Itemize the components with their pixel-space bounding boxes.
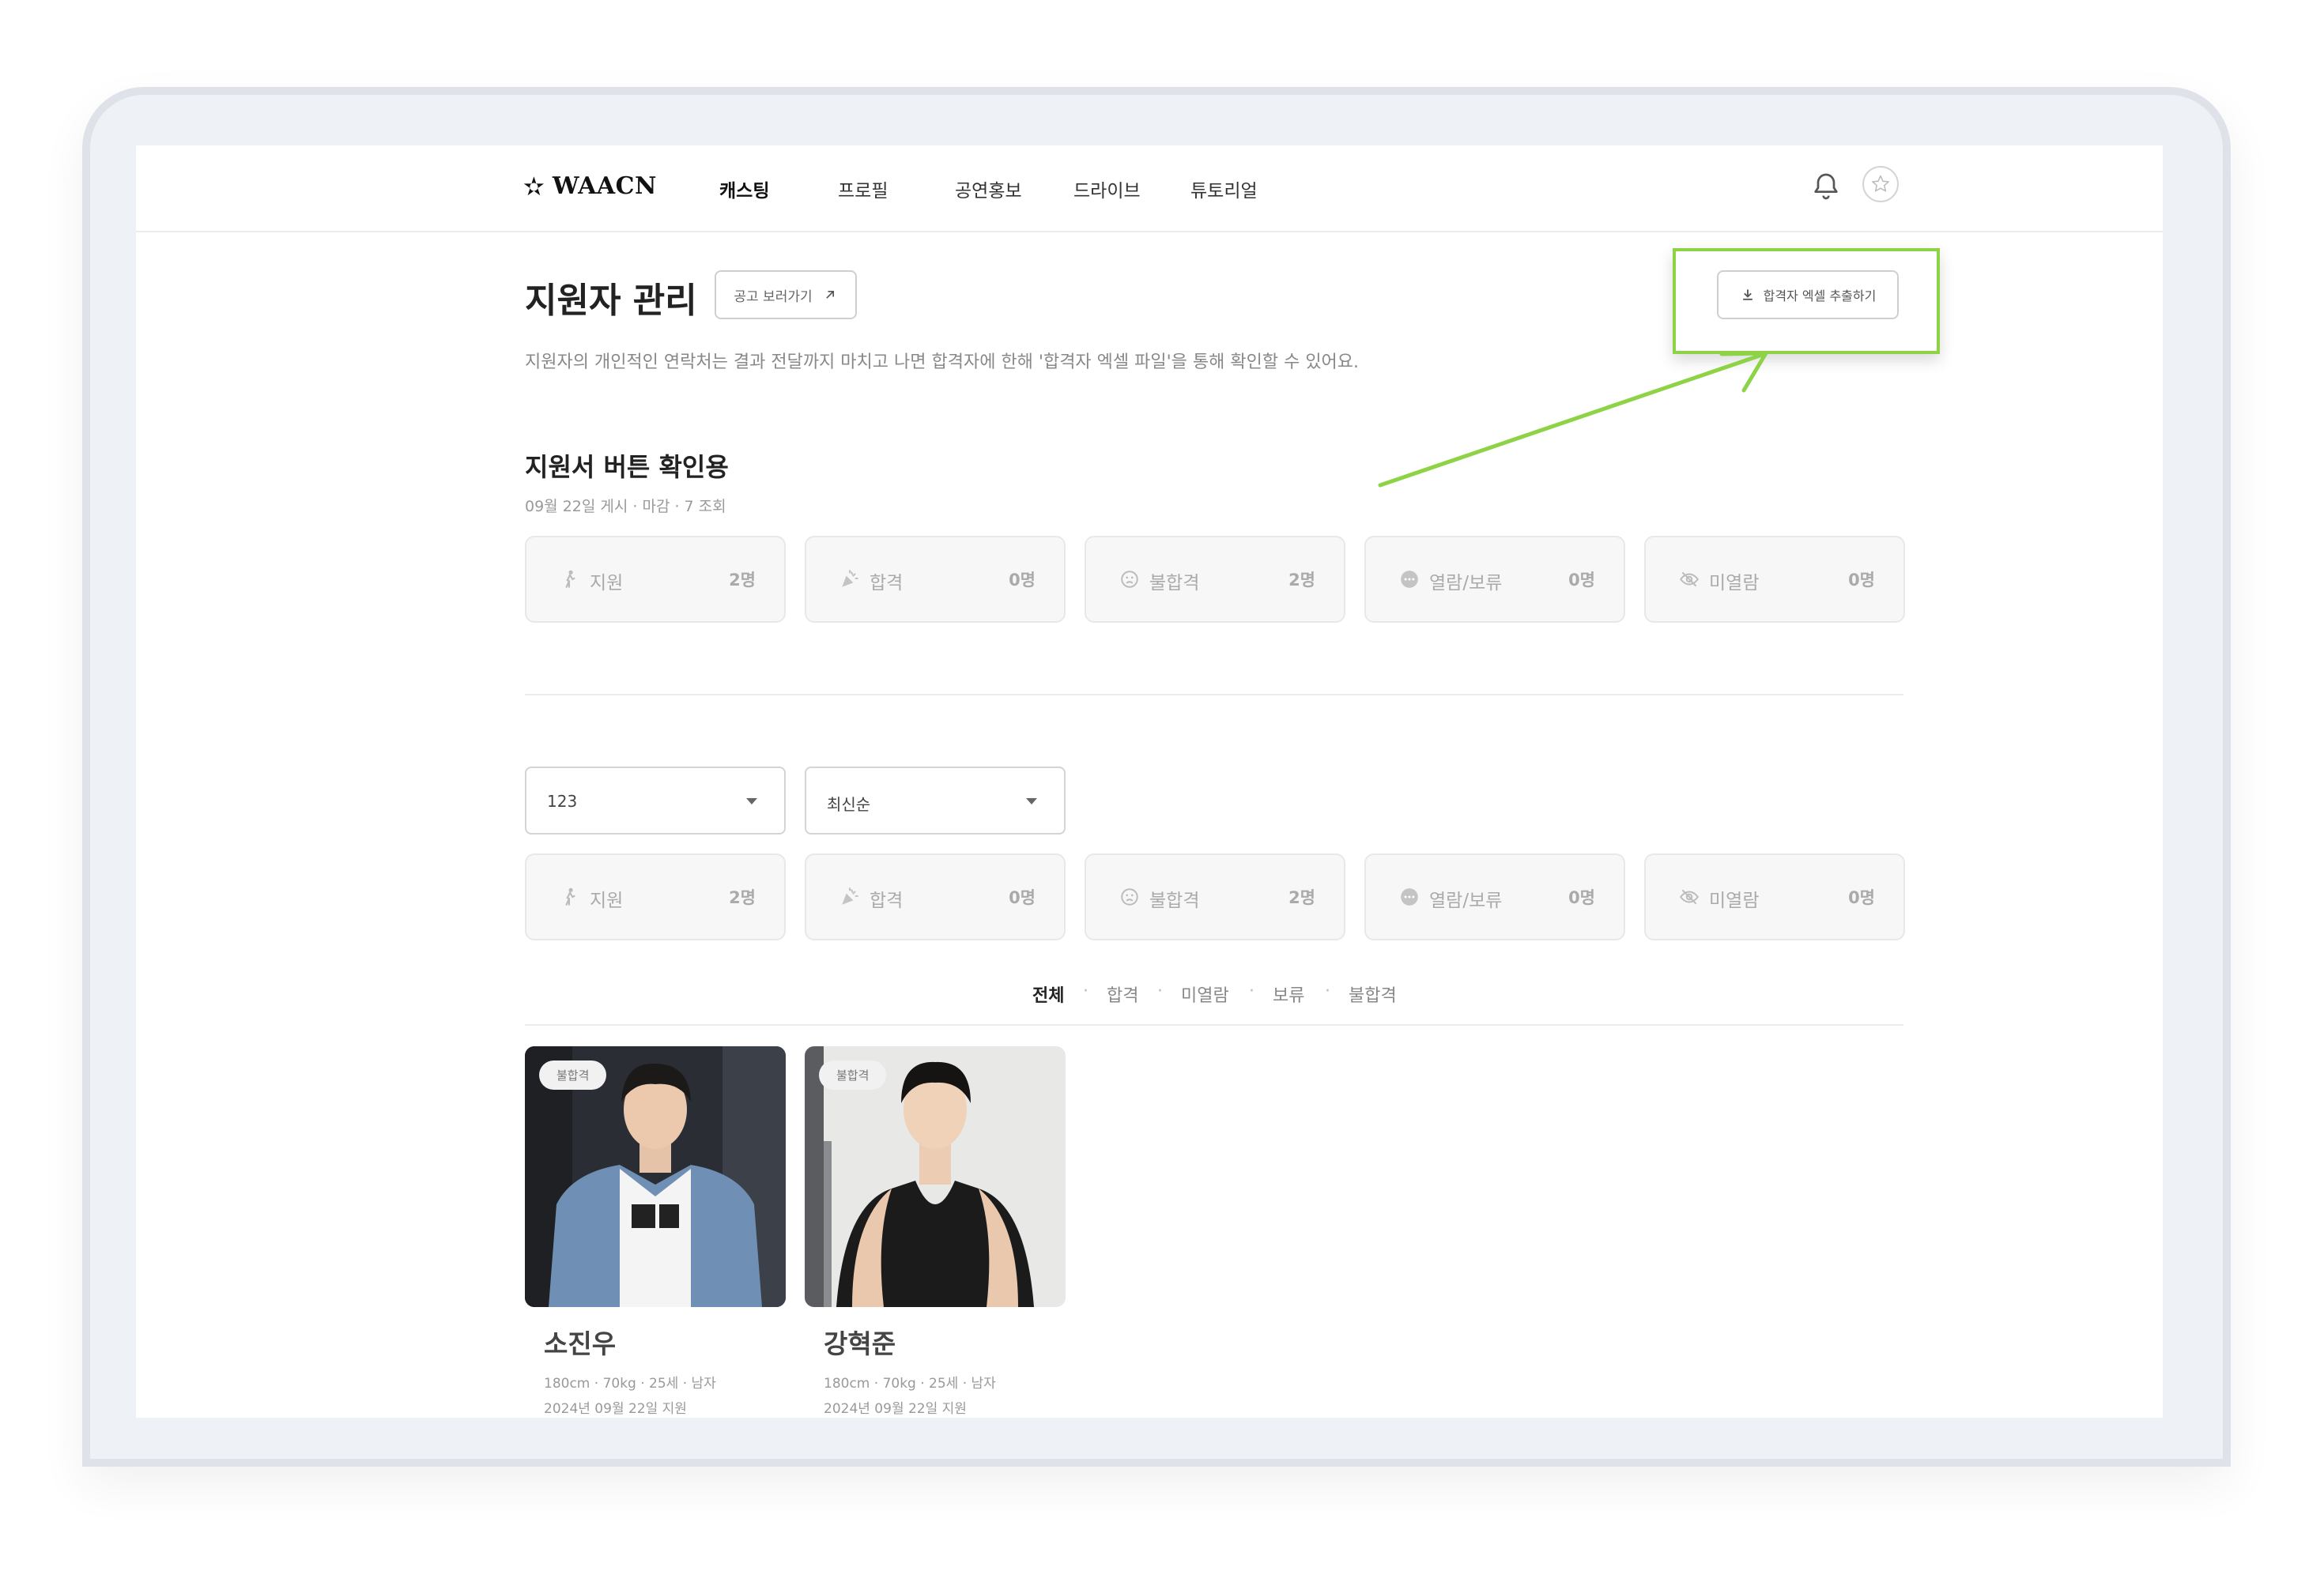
stat-value: 0명 bbox=[1568, 888, 1595, 907]
stat-value: 2명 bbox=[1288, 888, 1315, 907]
stat-card-passed[interactable]: 합격 0명 bbox=[805, 853, 1066, 940]
stat-label: 미열람 bbox=[1709, 573, 1760, 593]
applicant-info: 180cm · 70kg · 25세 · 남자 bbox=[544, 1376, 716, 1392]
page-description: 지원자의 개인적인 연락처는 결과 전달까지 마치고 나면 합격자에 한해 '합… bbox=[525, 352, 1360, 372]
download-icon bbox=[1742, 289, 1752, 300]
app-screen: ✫ WAACN 캐스팅 프로필 공연홍보 드라이브 튜토리얼 지원자 관리 공고… bbox=[136, 145, 2163, 1418]
sort-select[interactable]: 최신순 bbox=[805, 767, 1066, 834]
role-stats: 지원 2명 합격 0명 불합격 2명 열람/보류 0명 미열람 0명 bbox=[525, 853, 1905, 940]
stat-card-failed[interactable]: 불합격 2명 bbox=[1085, 853, 1345, 940]
top-nav-bar: ✫ WAACN 캐스팅 프로필 공연홍보 드라이브 튜토리얼 bbox=[136, 145, 2163, 232]
posting-meta: 09월 22일 게시 · 마감 · 7 조회 bbox=[525, 498, 726, 515]
stat-value: 0명 bbox=[1848, 571, 1875, 590]
eye-off-icon bbox=[1676, 566, 1703, 593]
stat-label: 합격 bbox=[870, 573, 904, 593]
stat-card-unread[interactable]: 미열람 0명 bbox=[1644, 536, 1905, 623]
stat-card-failed[interactable]: 불합격 2명 bbox=[1085, 536, 1345, 623]
stat-card-hold[interactable]: 열람/보류 0명 bbox=[1364, 853, 1625, 940]
nav-casting[interactable]: 캐스팅 bbox=[719, 175, 769, 202]
stat-card-applied[interactable]: 지원 2명 bbox=[525, 536, 786, 623]
sort-select-value: 최신순 bbox=[827, 795, 871, 814]
stat-label: 합격 bbox=[870, 891, 904, 911]
role-select-value: 123 bbox=[547, 792, 578, 811]
tab-failed[interactable]: 불합격 bbox=[1349, 981, 1397, 1007]
applicant-name[interactable]: 강혁준 bbox=[824, 1323, 896, 1361]
sad-face-icon bbox=[1116, 566, 1143, 593]
status-badge: 불합격 bbox=[539, 1061, 607, 1090]
tab-all[interactable]: 전체 bbox=[1032, 981, 1064, 1007]
nav-promotion[interactable]: 공연홍보 bbox=[955, 175, 1022, 202]
applicant-info: 180cm · 70kg · 25세 · 남자 bbox=[824, 1376, 996, 1392]
role-select[interactable]: 123 bbox=[525, 767, 786, 834]
logo-text: WAACN bbox=[552, 172, 657, 200]
posting-stats: 지원 2명 합격 0명 불합격 2명 열람/보류 0명 미열람 0명 bbox=[525, 536, 1905, 623]
party-popper-icon bbox=[836, 883, 863, 910]
stat-label: 열람/보류 bbox=[1429, 573, 1503, 593]
stat-label: 미열람 bbox=[1709, 891, 1760, 911]
stat-card-passed[interactable]: 합격 0명 bbox=[805, 536, 1066, 623]
pointer-arrow bbox=[1378, 351, 1768, 488]
star-logo-icon: ✫ bbox=[523, 171, 545, 202]
stat-value: 2명 bbox=[729, 888, 756, 907]
tab-separator: · bbox=[1157, 981, 1163, 1001]
stat-card-applied[interactable]: 지원 2명 bbox=[525, 853, 786, 940]
party-popper-icon bbox=[836, 566, 863, 593]
applicant-photo[interactable]: 불합격 bbox=[525, 1046, 786, 1307]
applicant-date: 2024년 09월 22일 지원 bbox=[544, 1401, 687, 1417]
page-title: 지원자 관리 bbox=[525, 281, 697, 321]
stat-value: 2명 bbox=[1288, 571, 1315, 590]
nav-tutorial[interactable]: 튜토리얼 bbox=[1190, 175, 1258, 202]
applicant-date: 2024년 09월 22일 지원 bbox=[824, 1401, 967, 1417]
sad-face-icon bbox=[1116, 883, 1143, 910]
stat-value: 2명 bbox=[729, 571, 756, 590]
star-avatar-icon bbox=[1872, 175, 1889, 192]
export-excel-label: 합격자 엑셀 추출하기 bbox=[1763, 288, 1877, 303]
stat-card-unread[interactable]: 미열람 0명 bbox=[1644, 853, 1905, 940]
more-dots-icon bbox=[1396, 566, 1423, 593]
status-badge: 불합격 bbox=[819, 1061, 887, 1090]
section-divider bbox=[525, 694, 1903, 695]
eye-off-icon bbox=[1676, 883, 1703, 910]
view-post-label: 공고 보러가기 bbox=[734, 288, 813, 305]
caret-down-icon bbox=[1026, 798, 1037, 804]
tab-passed[interactable]: 합격 bbox=[1107, 981, 1138, 1007]
profile-avatar-button[interactable] bbox=[1862, 166, 1899, 202]
stat-label: 열람/보류 bbox=[1429, 891, 1503, 911]
tabs-underline bbox=[525, 1024, 1903, 1026]
stat-value: 0명 bbox=[1568, 571, 1595, 590]
stat-card-hold[interactable]: 열람/보류 0명 bbox=[1364, 536, 1625, 623]
person-icon bbox=[556, 883, 583, 910]
tab-separator: · bbox=[1325, 981, 1330, 1001]
posting-title: 지원서 버튼 확인용 bbox=[525, 452, 729, 482]
external-arrow-icon bbox=[825, 291, 834, 299]
tab-unread[interactable]: 미열람 bbox=[1181, 981, 1229, 1007]
logo[interactable]: ✫ WAACN bbox=[523, 172, 657, 200]
caret-down-icon bbox=[746, 798, 757, 804]
applicant-photo[interactable]: 불합격 bbox=[805, 1046, 1066, 1307]
tab-hold[interactable]: 보류 bbox=[1273, 981, 1304, 1007]
stat-label: 지원 bbox=[590, 573, 624, 593]
nav-drive[interactable]: 드라이브 bbox=[1073, 175, 1141, 202]
stat-value: 0명 bbox=[1009, 571, 1036, 590]
more-dots-icon bbox=[1396, 883, 1423, 910]
stat-value: 0명 bbox=[1848, 888, 1875, 907]
stat-label: 불합격 bbox=[1149, 573, 1200, 593]
bell-icon[interactable] bbox=[1810, 171, 1842, 202]
tab-separator: · bbox=[1249, 981, 1254, 1001]
applicant-name[interactable]: 소진우 bbox=[544, 1323, 616, 1361]
nav-profile[interactable]: 프로필 bbox=[838, 175, 888, 202]
tab-separator: · bbox=[1083, 981, 1088, 1001]
stat-label: 불합격 bbox=[1149, 891, 1200, 911]
stat-label: 지원 bbox=[590, 891, 624, 911]
person-icon bbox=[556, 566, 583, 593]
export-excel-button[interactable]: 합격자 엑셀 추출하기 bbox=[1717, 270, 1899, 319]
view-post-button[interactable]: 공고 보러가기 bbox=[715, 270, 857, 319]
stat-value: 0명 bbox=[1009, 888, 1036, 907]
